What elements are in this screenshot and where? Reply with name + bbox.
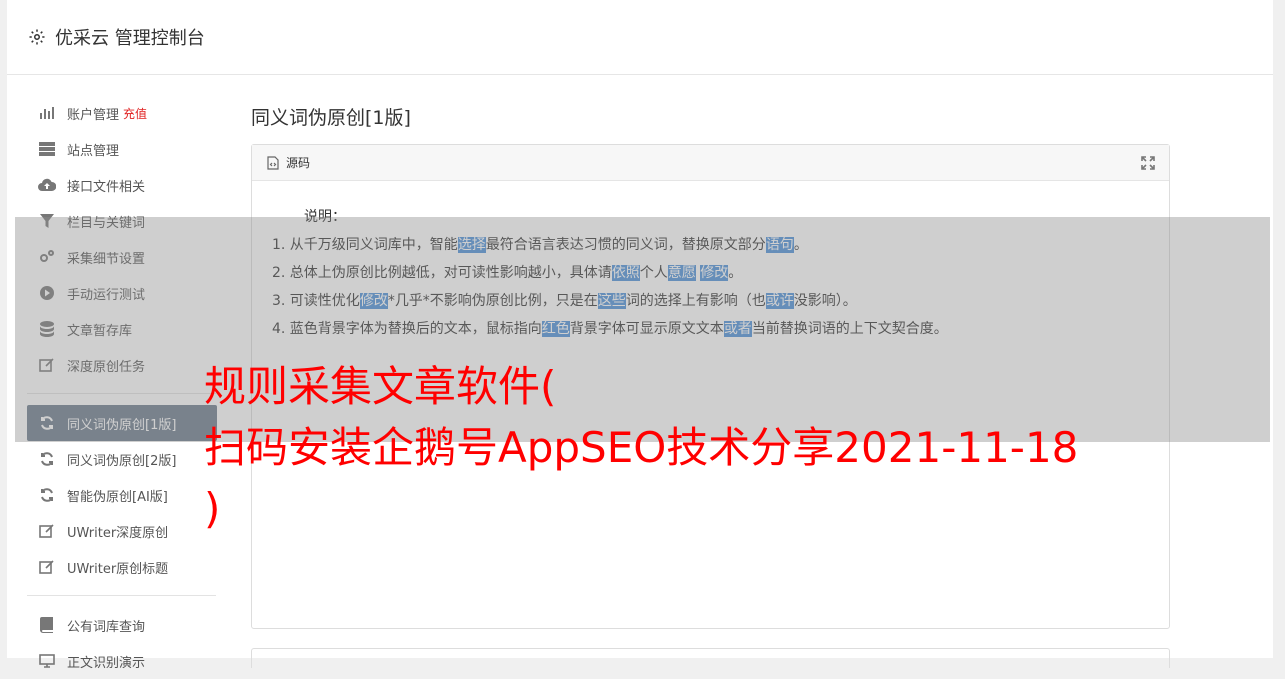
sidebar-item-sites[interactable]: 站点管理 xyxy=(27,131,217,167)
sidebar-divider xyxy=(27,595,216,596)
sidebar-item-ai-rewrite[interactable]: 智能伪原创[AI版] xyxy=(27,477,217,513)
sidebar-item-text-recognition[interactable]: 正文识别演示 xyxy=(27,643,217,679)
bar-chart-icon xyxy=(38,104,56,122)
sidebar-item-uwriter-title[interactable]: UWriter原创标题 xyxy=(27,549,217,585)
panel-header: 源码 xyxy=(252,145,1169,181)
edit-icon xyxy=(38,522,56,540)
sidebar-item-label: 账户管理 xyxy=(67,107,120,123)
sidebar-item-api-files[interactable]: 接口文件相关 xyxy=(27,167,217,203)
top-header: 优采云 管理控制台 xyxy=(7,0,1273,75)
sidebar-item-public-thesaurus[interactable]: 公有词库查询 xyxy=(27,607,217,643)
sidebar-item-label: UWriter深度原创 xyxy=(67,525,169,541)
overlay-title: 规则采集文章软件( 扫码安装企鹅号AppSEO技术分享2021-11-18 ) xyxy=(204,356,1104,539)
overlay-line: 扫码安装企鹅号AppSEO技术分享2021-11-18 xyxy=(204,423,1079,472)
page-title: 同义词伪原创[1版] xyxy=(251,107,411,129)
cloud-upload-icon xyxy=(38,176,56,194)
second-panel xyxy=(251,648,1170,668)
sidebar-item-account[interactable]: 账户管理 充值 xyxy=(27,95,217,131)
code-file-icon xyxy=(267,155,281,170)
sidebar-item-label: 同义词伪原创[2版] xyxy=(67,453,177,469)
overlay-line: 规则采集文章软件( xyxy=(204,362,557,411)
sidebar-item-label: UWriter原创标题 xyxy=(67,561,169,577)
book-icon xyxy=(38,616,56,634)
server-icon xyxy=(38,140,56,158)
sidebar-item-label: 接口文件相关 xyxy=(67,179,146,195)
refresh-icon xyxy=(38,450,56,468)
overlay-line: ) xyxy=(204,484,221,533)
sidebar-item-label: 正文识别演示 xyxy=(67,655,146,671)
panel-label: 源码 xyxy=(286,156,311,170)
sidebar-item-uwriter-deep[interactable]: UWriter深度原创 xyxy=(27,513,217,549)
sidebar-item-label: 公有词库查询 xyxy=(67,619,146,635)
expand-icon[interactable] xyxy=(1141,156,1155,170)
recharge-link[interactable]: 充值 xyxy=(123,105,147,122)
sidebar-item-synonym-v2[interactable]: 同义词伪原创[2版] xyxy=(27,441,217,477)
desktop-icon xyxy=(38,652,56,670)
sidebar-item-label: 站点管理 xyxy=(67,143,120,159)
edit-icon xyxy=(38,558,56,576)
refresh-icon xyxy=(38,486,56,504)
gear-icon xyxy=(28,28,46,46)
sidebar-item-label: 智能伪原创[AI版] xyxy=(67,489,168,505)
app-title: 优采云 管理控制台 xyxy=(55,28,205,49)
